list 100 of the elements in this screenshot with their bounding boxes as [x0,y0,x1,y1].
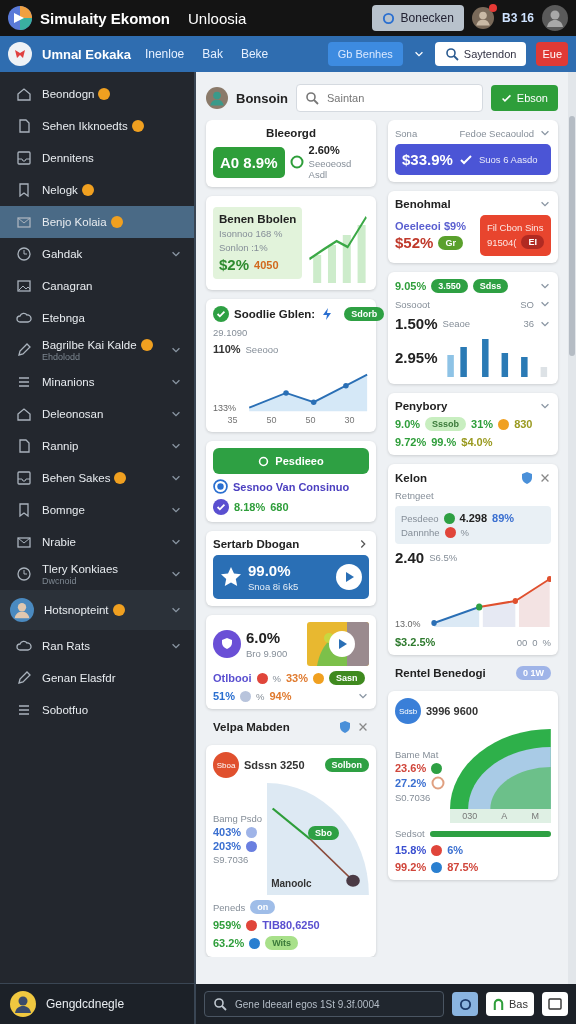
sidebar-item[interactable]: Sobotfuo [0,694,194,726]
play-button[interactable] [336,564,362,590]
search-icon [444,47,459,61]
brand-name: Umnal Eokaka [42,46,131,62]
sidebar-item[interactable]: Nelogk [0,174,194,206]
sidebar-item[interactable]: Gahdak [0,238,194,270]
caption: S6.5% [429,552,458,563]
check-icon [458,152,473,167]
top-button[interactable]: Bonecken [371,5,464,31]
nav-link[interactable]: Beke [236,44,273,64]
search-button[interactable]: Saytendon [434,42,527,66]
nav-link[interactable]: Bak [198,44,227,64]
caption: Bamg Psdo [213,813,263,824]
sidebar-item[interactable]: Hotsnopteint [0,590,194,630]
scrollbar[interactable] [568,72,576,984]
card-title: Soodlie Gblen: [234,308,316,320]
window-button[interactable] [542,992,568,1016]
shield-icon[interactable] [338,720,352,734]
shield-icon[interactable] [520,471,534,485]
alert-button[interactable]: Eue [536,42,568,66]
search-input[interactable]: Gene Ideearl egos 1St 9.3f.0004 [233,997,436,1011]
caption: % [460,527,469,538]
caption: Isonnoo 168 % [219,228,284,239]
sidebar-item[interactable]: Benjo Kolaia [0,206,194,238]
caption: Retngeet [395,490,435,501]
app-subtitle: Unloosia [188,9,247,27]
card-title: Rentel Benedogi [395,667,486,679]
nav-link[interactable]: Inenloe [140,44,189,64]
mail-icon [16,214,32,230]
search-icon [213,997,227,1011]
stat-value: 87.5% [447,861,479,873]
sidebar-item[interactable]: Rannip [0,430,194,462]
check-icon [500,92,512,104]
stat-value: 4050 [254,258,279,271]
caption: Sona [395,127,418,139]
status-tag: 0 1W [516,666,551,680]
sidebar-item[interactable]: Dennitens [0,142,194,174]
pen-icon [16,342,32,358]
status-tag: Wits [265,936,299,950]
stat-value: 8.18% [234,501,266,513]
sync-button[interactable] [452,992,479,1016]
sidebar-item[interactable]: Etebnga [0,302,194,334]
page-title: Bonsoin [236,90,288,106]
stat-value: $52% [395,234,434,251]
search-field[interactable]: Gene Ideearl egos 1St 9.3f.0004 [204,991,445,1017]
stat-value: 89% [492,512,515,524]
sidebar-item[interactable]: Nrabie [0,526,194,558]
search-input[interactable]: Saintan [325,91,474,105]
app-title: Simulaity Ekomon [40,9,171,27]
list-icon [16,702,32,718]
action-button[interactable]: Bas [486,992,534,1016]
caption: Fedoe Secaoulod [459,127,534,139]
caption: Peneds [213,901,246,913]
sidebar-item[interactable]: Tlery Konkiaes Dwcnoid [0,558,194,590]
document-icon [16,118,32,134]
caption: 00 [516,636,528,648]
user-avatar [10,991,36,1017]
sidebar-item[interactable]: Canagran [0,270,194,302]
sidebar-item[interactable]: Bomnge [0,494,194,526]
search-icon [305,91,319,105]
status-tag: Gr [438,235,463,250]
clock-icon [16,246,32,262]
stat-value: 33% [285,672,308,684]
caption: Snoa 8i 6k5 [248,581,299,592]
stat-value: TIB80,6250 [262,919,320,931]
caption: % [256,690,265,702]
pen-icon [16,670,32,686]
initials-avatar: Sboa [213,752,239,778]
stat-value: 23.6% [395,762,427,774]
stat-value: 830 [514,418,533,430]
brand-logo-icon [8,42,32,66]
caption: % [542,636,551,648]
sidebar-item[interactable]: Ran Rats [0,630,194,662]
caption: Bro 9.900 [246,648,288,659]
user-avatar [206,87,228,109]
card-title: Penybory [395,400,448,412]
sidebar-item[interactable]: Genan Elasfdr [0,662,194,694]
sidebar-item[interactable]: Minanions [0,366,194,398]
stat-value: Oeeleeoi $9% [395,220,466,232]
axis-label: 13.0% [395,619,421,631]
stat-value: 63.2% [213,937,245,949]
sidebar-item[interactable]: Behen Sakes [0,462,194,494]
stat-value: 99.2% [395,861,427,873]
axis-label: 133% [213,403,237,415]
stat-value: 203% [213,840,242,852]
sidebar-item[interactable]: Beondogn [0,78,194,110]
play-button[interactable] [329,631,355,657]
mail-icon [16,534,32,550]
inbox-icon [16,470,32,486]
close-icon[interactable] [357,721,369,733]
close-icon[interactable] [539,472,551,484]
user-avatar [542,5,568,31]
clock-icon [16,566,32,582]
stat-value: 2.95% [395,348,438,366]
caption: S9.7036 [213,854,250,865]
sidebar-item[interactable]: Bagrilbe Kai Kalde Ehdolodd [0,334,194,366]
sidebar-item[interactable]: Deleonosan [0,398,194,430]
circle-icon [381,11,395,25]
caption: Sonlon :1% [219,242,269,253]
sidebar-item[interactable]: Sehen Ikknoedts [0,110,194,142]
